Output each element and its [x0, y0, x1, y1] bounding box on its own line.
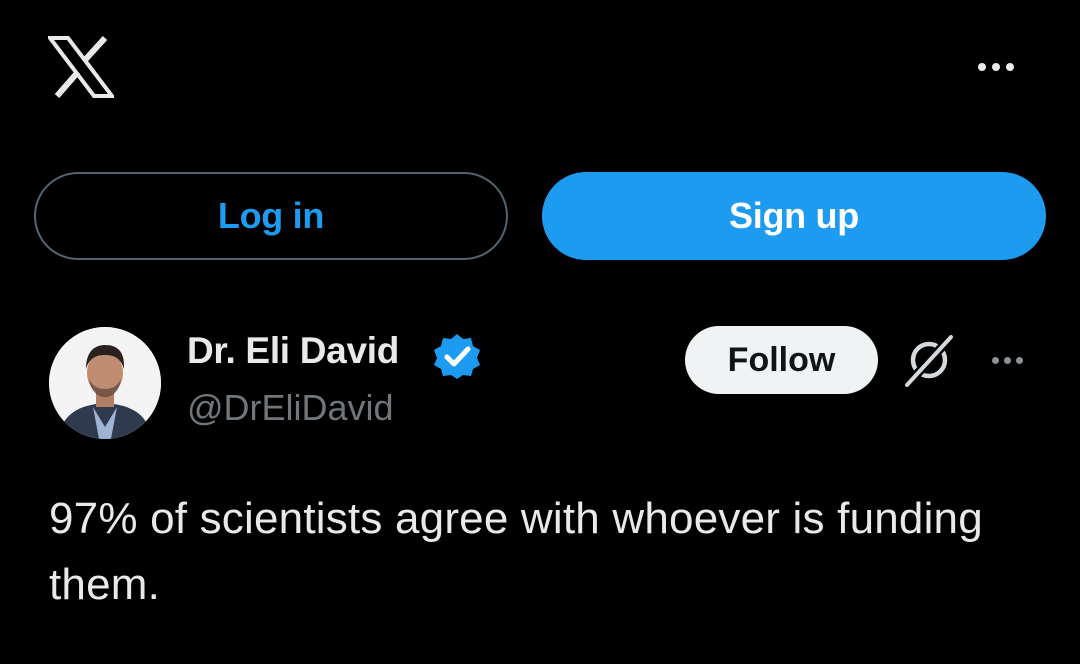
author-name[interactable]: Dr. Eli David — [187, 330, 399, 372]
login-button[interactable]: Log in — [34, 172, 508, 260]
more-options-icon[interactable] — [968, 54, 1024, 80]
signup-button[interactable]: Sign up — [542, 172, 1046, 260]
follow-button[interactable]: Follow — [685, 326, 878, 394]
post-more-options-icon[interactable] — [982, 348, 1032, 372]
avatar[interactable] — [49, 327, 161, 439]
post-text: 97% of scientists agree with whoever is … — [49, 494, 983, 609]
author-handle[interactable]: @DrEliDavid — [187, 387, 394, 429]
verified-badge-icon[interactable] — [432, 333, 482, 379]
x-logo-icon[interactable] — [45, 35, 117, 98]
grok-icon[interactable] — [903, 333, 955, 389]
